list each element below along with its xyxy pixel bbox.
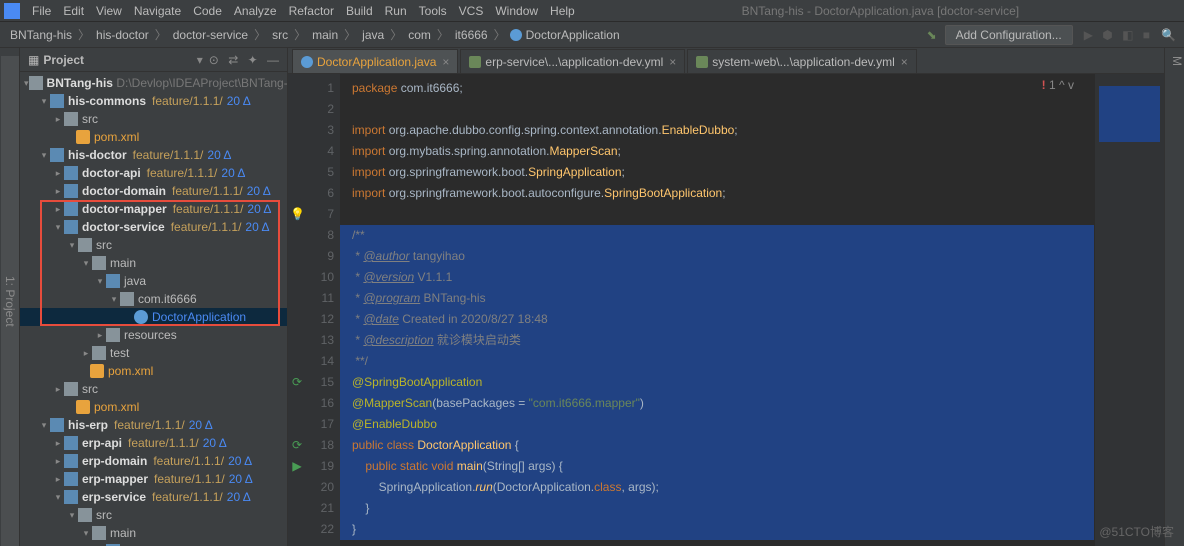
add-configuration-button[interactable]: Add Configuration... [945,25,1073,45]
window-title: BNTang-his - DoctorApplication.java [doc… [581,4,1180,18]
close-icon[interactable]: × [442,55,449,69]
select-opened-icon[interactable]: ⊙ [209,53,219,67]
watermark: @51CTO博客 [1099,523,1174,540]
menu-file[interactable]: File [26,2,57,20]
crumb-4[interactable]: main [310,28,340,42]
crumb-2[interactable]: doctor-service [171,28,250,42]
menu-tools[interactable]: Tools [413,2,453,20]
menu-code[interactable]: Code [187,2,228,20]
project-panel: ▦ Project ▾ ⊙ ⇄ ✦ — ▾BNTang-his D:\Devlo… [20,48,288,546]
project-icon: ▦ [28,53,39,67]
minimap[interactable] [1094,74,1164,546]
stop-icon[interactable]: ■ [1143,28,1150,42]
crumb-0[interactable]: BNTang-his [8,28,74,42]
editor-tabs: DoctorApplication.java× erp-service\...\… [288,48,1164,74]
menu-view[interactable]: View [90,2,128,20]
line-gutter: 1234567💡89101112131415⟳161718⟳ ▶19▶20212… [288,74,340,546]
crumb-8[interactable]: DoctorApplication [524,28,622,42]
ide-logo-icon [4,3,20,19]
crumb-1[interactable]: his-doctor [94,28,151,42]
settings-icon[interactable]: ✦ [248,53,258,67]
editor-status: ! 1 ^ v [1042,78,1074,92]
run-icon[interactable]: ▶ [1084,28,1093,42]
project-panel-header: ▦ Project ▾ ⊙ ⇄ ✦ — [20,48,287,72]
crumb-3[interactable]: src [270,28,290,42]
search-icon[interactable]: 🔍 [1161,28,1176,42]
menu-refactor[interactable]: Refactor [283,2,340,20]
menu-analyze[interactable]: Analyze [228,2,283,20]
menu-window[interactable]: Window [489,2,544,20]
coverage-icon[interactable]: ◧ [1122,28,1133,42]
crumb-6[interactable]: com [406,28,433,42]
menu-edit[interactable]: Edit [57,2,90,20]
menu-build[interactable]: Build [340,2,379,20]
tab-doctor-application[interactable]: DoctorApplication.java× [292,49,458,73]
close-icon[interactable]: × [901,55,908,69]
tool-tab-commit[interactable]: 2: Commit [0,56,1,546]
project-panel-title: Project [43,53,196,67]
run-toolbar: ▶ ⬢ ◧ ■ [1081,28,1153,42]
crumb-5[interactable]: java [360,28,386,42]
project-tree[interactable]: ▾BNTang-his D:\Devlop\IDEAProject\BNTang… [20,72,287,546]
class-icon [510,29,522,41]
code-editor[interactable]: 1234567💡89101112131415⟳161718⟳ ▶19▶20212… [288,74,1164,546]
tool-tab-project[interactable]: 1: Project [1,56,19,546]
menu-bar: File Edit View Navigate Code Analyze Ref… [0,0,1184,22]
close-icon[interactable]: × [669,55,676,69]
code-content[interactable]: package com.it6666; import org.apache.du… [340,74,1094,546]
tab-erp-yml[interactable]: erp-service\...\application-dev.yml× [460,49,685,73]
menu-help[interactable]: Help [544,2,581,20]
expand-icon[interactable]: ⇄ [228,53,238,67]
menu-run[interactable]: Run [379,2,413,20]
crumb-7[interactable]: it6666 [453,28,490,42]
left-tool-strip: 1: Project 2: Commit [0,48,20,546]
navigation-bar: BNTang-his〉 his-doctor〉 doctor-service〉 … [0,22,1184,48]
debug-icon[interactable]: ⬢ [1102,28,1112,42]
menu-navigate[interactable]: Navigate [128,2,187,20]
editor-area: DoctorApplication.java× erp-service\...\… [288,48,1164,546]
right-tool-strip: M [1164,48,1184,546]
menu-vcs[interactable]: VCS [453,2,490,20]
build-icon[interactable]: ⬊ [927,28,937,42]
hide-icon[interactable]: — [267,53,279,67]
tool-tab-m[interactable]: M [1170,56,1184,546]
tree-selected: DoctorApplication [20,308,287,326]
tab-system-yml[interactable]: system-web\...\application-dev.yml× [687,49,917,73]
